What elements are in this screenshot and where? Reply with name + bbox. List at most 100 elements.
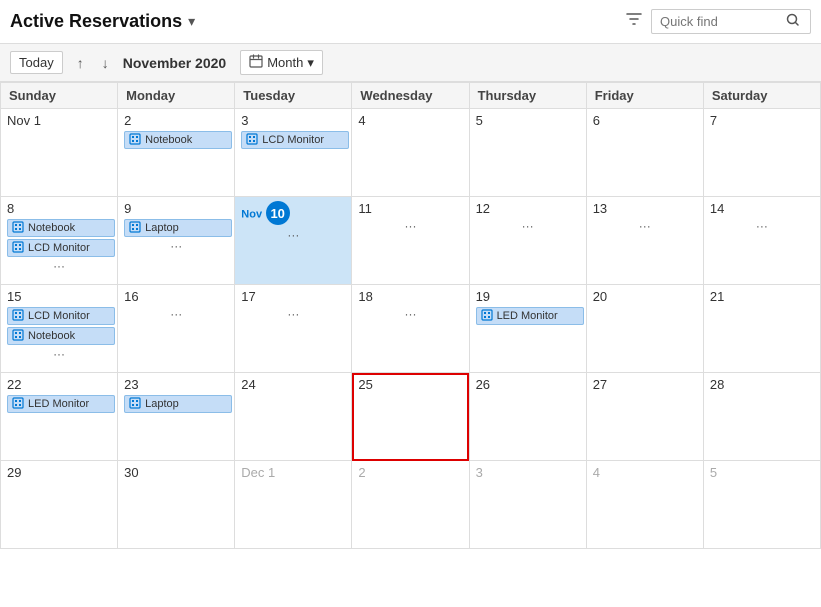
calendar-day-cell[interactable]: 2 Notebook <box>118 109 235 197</box>
reservation-label: Notebook <box>145 134 227 146</box>
calendar-day-cell[interactable]: 11··· <box>352 197 469 285</box>
weekday-header: Monday <box>118 83 235 109</box>
calendar-day-cell[interactable]: Nov 10 ··· <box>235 197 352 285</box>
reservation-label: Laptop <box>145 398 227 410</box>
reservation-bar[interactable]: Laptop <box>124 219 232 237</box>
resource-icon <box>129 397 141 412</box>
reservation-bar[interactable]: Laptop <box>124 395 232 413</box>
day-number: 7 <box>710 113 814 128</box>
calendar-day-cell[interactable]: 4 <box>352 109 469 197</box>
calendar-day-cell[interactable]: 26 <box>469 373 586 461</box>
more-items-dots[interactable]: ··· <box>7 347 111 361</box>
resource-icon <box>12 221 24 236</box>
today-button[interactable]: Today <box>10 51 63 74</box>
calendar-day-cell[interactable]: 5 <box>469 109 586 197</box>
reservation-label: LED Monitor <box>497 310 579 322</box>
calendar-day-cell[interactable]: 14··· <box>703 197 820 285</box>
day-number: Dec 1 <box>241 465 345 480</box>
calendar-week-row: 29 30 Dec 1 2345 <box>1 461 821 549</box>
calendar-day-cell[interactable]: 18··· <box>352 285 469 373</box>
day-number: 3 <box>476 465 580 480</box>
reservation-bar[interactable]: Notebook <box>7 327 115 345</box>
filter-icon[interactable] <box>625 10 643 33</box>
calendar-day-cell[interactable]: 2 <box>352 461 469 549</box>
calendar-day-cell[interactable]: 13··· <box>586 197 703 285</box>
calendar-day-cell[interactable]: 3 <box>469 461 586 549</box>
month-year-label: November 2020 <box>123 55 227 71</box>
day-number: 16 <box>124 289 228 304</box>
day-number: 2 <box>124 113 228 128</box>
calendar-day-cell[interactable]: 20 <box>586 285 703 373</box>
calendar-day-cell[interactable]: 17 ··· <box>235 285 352 373</box>
day-number: 17 <box>241 289 345 304</box>
reservation-label: LCD Monitor <box>262 134 344 146</box>
calendar-week-row: 8NotebookLCD Monitor···9Laptop···Nov 10·… <box>1 197 821 285</box>
reservation-bar[interactable]: Notebook <box>124 131 232 149</box>
calendar-day-cell[interactable]: 6 <box>586 109 703 197</box>
calendar-day-cell[interactable]: Nov 1 <box>1 109 118 197</box>
page-title: Active Reservations <box>10 11 182 32</box>
reservation-bar[interactable]: Notebook <box>7 219 115 237</box>
reservation-bar[interactable]: LED Monitor <box>7 395 115 413</box>
day-number: 28 <box>710 377 814 392</box>
more-items-dots[interactable]: ··· <box>358 219 462 233</box>
reservation-bar[interactable]: LCD Monitor <box>7 239 115 257</box>
more-items-dots[interactable]: ··· <box>124 239 228 253</box>
day-number: 30 <box>124 465 228 480</box>
day-number: 15 <box>7 289 111 304</box>
more-items-dots[interactable]: ··· <box>124 307 228 321</box>
weekday-header: Wednesday <box>352 83 469 109</box>
more-items-dots[interactable]: ··· <box>358 307 462 321</box>
day-number: 26 <box>476 377 580 392</box>
calendar-day-cell[interactable]: 4 <box>586 461 703 549</box>
day-number: 6 <box>593 113 697 128</box>
view-selector[interactable]: Month ▾ <box>240 50 323 75</box>
calendar-day-cell[interactable]: 25 <box>352 373 469 461</box>
reservation-bar[interactable]: LED Monitor <box>476 307 584 325</box>
resource-icon <box>129 133 141 148</box>
search-input[interactable] <box>660 14 780 29</box>
calendar-day-cell[interactable]: 21 <box>703 285 820 373</box>
calendar-day-cell[interactable]: 23 Laptop <box>118 373 235 461</box>
header-left: Active Reservations ▾ <box>10 11 195 32</box>
reservation-bar[interactable]: LCD Monitor <box>7 307 115 325</box>
calendar-day-cell[interactable]: 9Laptop··· <box>118 197 235 285</box>
reservation-label: LED Monitor <box>28 398 110 410</box>
calendar-day-cell[interactable]: 28 <box>703 373 820 461</box>
more-items-dots[interactable]: ··· <box>593 219 697 233</box>
nav-up-arrow[interactable]: ↑ <box>73 52 88 74</box>
more-items-dots[interactable]: ··· <box>241 307 345 321</box>
calendar-week-row: 22 LED Monitor 23 Laptop 2425 26 27 28 <box>1 373 821 461</box>
calendar-day-cell[interactable]: 24 <box>235 373 352 461</box>
calendar-day-cell[interactable]: 27 <box>586 373 703 461</box>
nav-down-arrow[interactable]: ↓ <box>98 52 113 74</box>
title-chevron-icon[interactable]: ▾ <box>188 13 195 30</box>
calendar-day-cell[interactable]: 3LCD Monitor <box>235 109 352 197</box>
header-right <box>625 9 811 34</box>
calendar-day-cell[interactable]: 5 <box>703 461 820 549</box>
calendar-day-cell[interactable]: 22 LED Monitor <box>1 373 118 461</box>
calendar-day-cell[interactable]: 19LED Monitor <box>469 285 586 373</box>
reservation-label: Laptop <box>145 222 227 234</box>
calendar-day-cell[interactable]: 15 LCD Monitor Notebook ··· <box>1 285 118 373</box>
calendar-day-cell[interactable]: 7 <box>703 109 820 197</box>
resource-icon <box>481 309 493 324</box>
reservation-bar[interactable]: LCD Monitor <box>241 131 349 149</box>
day-number: 23 <box>124 377 228 392</box>
calendar-day-cell[interactable]: 29 <box>1 461 118 549</box>
day-number: 5 <box>476 113 580 128</box>
calendar-day-cell[interactable]: 12··· <box>469 197 586 285</box>
resource-icon <box>12 329 24 344</box>
day-number: Nov 10 <box>241 201 345 225</box>
more-items-dots[interactable]: ··· <box>476 219 580 233</box>
more-items-dots[interactable]: ··· <box>241 228 345 242</box>
day-number: 22 <box>7 377 111 392</box>
calendar-day-cell[interactable]: 30 <box>118 461 235 549</box>
calendar-day-cell[interactable]: Dec 1 <box>235 461 352 549</box>
calendar-day-cell[interactable]: 8NotebookLCD Monitor··· <box>1 197 118 285</box>
more-items-dots[interactable]: ··· <box>710 219 814 233</box>
calendar-day-cell[interactable]: 16 ··· <box>118 285 235 373</box>
more-items-dots[interactable]: ··· <box>7 259 111 273</box>
resource-icon <box>246 133 258 148</box>
reservation-label: Notebook <box>28 330 110 342</box>
